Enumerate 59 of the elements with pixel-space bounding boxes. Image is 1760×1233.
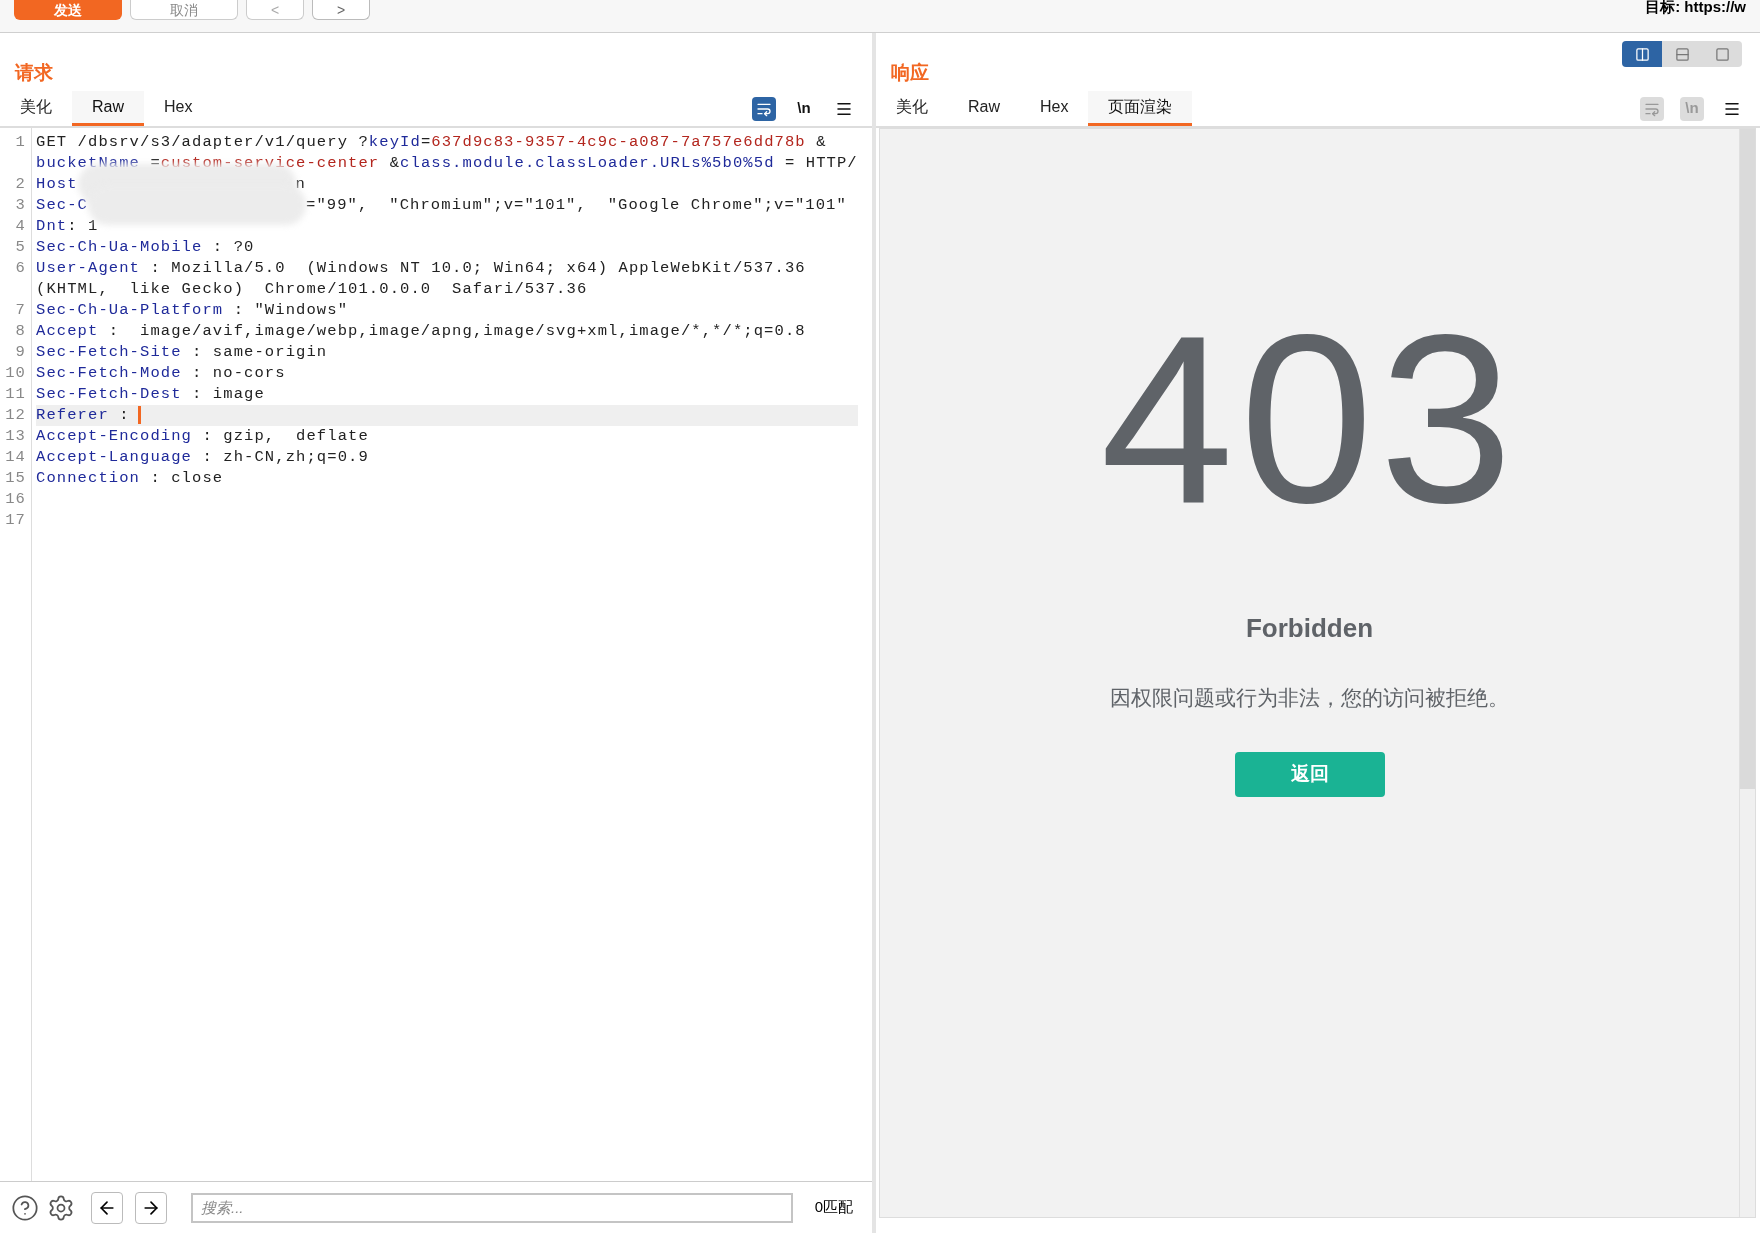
target-label: 目标: https://w xyxy=(1645,0,1746,14)
tab[interactable]: Hex xyxy=(144,91,213,126)
newline-toggle-button[interactable]: \n xyxy=(792,96,816,121)
error-heading: Forbidden xyxy=(1245,612,1374,645)
tab[interactable]: 页面渲染 xyxy=(1088,91,1193,126)
help-icon[interactable] xyxy=(11,1193,39,1222)
line-number: 14 xyxy=(4,447,26,469)
line-number: 7 xyxy=(14,300,26,322)
wrap-toggle-button[interactable] xyxy=(752,96,776,121)
line-number: 13 xyxy=(4,426,26,448)
line-number: 15 xyxy=(4,468,26,490)
panel-title: 请求 xyxy=(15,60,53,85)
line-number: 17 xyxy=(4,510,26,532)
layout-toggle-button[interactable] xyxy=(1702,41,1742,67)
search-field[interactable]: 搜索... xyxy=(191,1192,793,1223)
line-number: 3 xyxy=(14,195,26,217)
columns-icon xyxy=(1634,46,1650,62)
next-match-button[interactable] xyxy=(135,1191,167,1224)
status-code: 403 xyxy=(1100,299,1519,539)
panel-title: 响应 xyxy=(891,60,929,85)
text-cursor xyxy=(137,406,141,425)
code-line: Sec-Fetch-Site : same-origin xyxy=(36,342,329,364)
layout-toggle-button[interactable] xyxy=(1662,41,1702,67)
line-number: 5 xyxy=(14,237,26,259)
error-message: 因权限问题或行为非法，您的访问被拒绝。 xyxy=(1110,685,1509,711)
code-line: Accept-Encoding : gzip, deflate xyxy=(36,426,370,448)
match-count: 0匹配 xyxy=(814,1197,853,1218)
tab[interactable]: Hex xyxy=(1020,91,1089,126)
code-line: Dnt: 1 xyxy=(36,216,100,238)
code-line: Sec-C ="99", "Chromium";v="101", "Google Chrome";v="101" xyxy=(36,195,858,217)
code-line: Sec-Fetch-Mode : no-cors xyxy=(36,363,287,385)
square-icon xyxy=(1714,46,1730,62)
line-number: 8 xyxy=(14,321,26,343)
code-line: User-Agent : Mozilla/5.0 (Windows NT 10.0; Win64; x64) AppleWebKit/537.36 (KHTML, like Gecko) Chrome/101.0.0.0 Safari/537.36 xyxy=(36,258,807,301)
line-number: 12 xyxy=(4,405,26,427)
code-line: Accept : image/avif,image/webp,image/apng,image/svg+xml,image/*,*/*;q=0.8 xyxy=(36,321,807,343)
settings-icon[interactable] xyxy=(47,1193,75,1222)
line-number: 11 xyxy=(4,384,26,406)
cancel-button[interactable]: 取消 xyxy=(130,0,238,20)
line-number: 16 xyxy=(4,489,26,511)
tab[interactable]: Raw xyxy=(72,91,144,126)
code-line: Accept-Language : zh-CN,zh;q=0.9 xyxy=(36,447,370,469)
code-line: Sec-Ch-Ua-Platform : "Windows" xyxy=(36,300,350,322)
tab[interactable]: Raw xyxy=(948,91,1020,126)
line-number: 6 xyxy=(14,258,26,280)
line-number: 9 xyxy=(14,342,26,364)
code-line: Connection : close xyxy=(36,468,225,490)
code-line: Sec-Ch-Ua-Mobile : ?0 xyxy=(36,237,256,259)
line-number: 1 xyxy=(14,132,26,153)
previous-match-button[interactable] xyxy=(91,1191,123,1224)
layout-toggle-button[interactable] xyxy=(1622,41,1662,67)
rows-icon xyxy=(1674,46,1690,62)
line-number: 4 xyxy=(14,216,26,238)
tab[interactable]: 美化 xyxy=(876,91,948,126)
line-number: 10 xyxy=(4,363,26,385)
tab[interactable]: 美化 xyxy=(0,91,72,126)
line-number: 2 xyxy=(14,174,26,195)
code-line: Sec-Fetch-Dest : image xyxy=(36,384,266,406)
forward-button[interactable]: > xyxy=(312,0,370,20)
